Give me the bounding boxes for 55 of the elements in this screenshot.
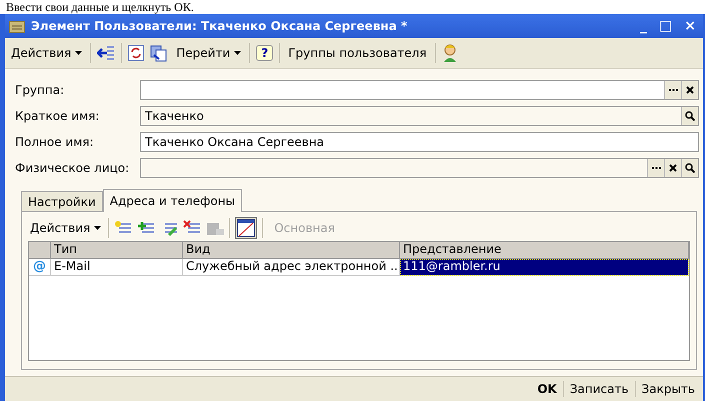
footer-button[interactable]: Записать — [562, 381, 635, 397]
form-icon — [237, 219, 256, 237]
dots-icon — [668, 88, 678, 92]
input-field[interactable]: Ткаченко — [140, 106, 699, 126]
caret-icon — [234, 51, 242, 55]
user-groups-button[interactable]: Группы пользователя — [286, 44, 429, 62]
folder-icon — [9, 20, 25, 32]
save-icon — [206, 220, 224, 236]
table-cell: Служебный адрес электронной ... — [183, 259, 400, 276]
window-control[interactable]: _ — [637, 18, 650, 34]
window-control[interactable]: □ — [656, 18, 676, 34]
search-button[interactable] — [681, 159, 698, 177]
column-header[interactable]: Вид — [183, 242, 400, 259]
choose-button[interactable] — [647, 159, 664, 177]
delete-row-icon[interactable] — [183, 220, 202, 236]
column-header[interactable]: Тип — [51, 242, 183, 259]
field-label: Физическое лицо: — [15, 161, 130, 175]
footer-button[interactable]: OK — [531, 381, 563, 397]
caret-icon — [75, 51, 82, 55]
tab[interactable]: Настройки — [21, 191, 103, 211]
actions-menu[interactable]: Действия — [28, 219, 104, 237]
search-button[interactable] — [681, 107, 698, 125]
window-control[interactable]: × — [681, 18, 699, 34]
toggle-button[interactable] — [235, 217, 258, 239]
footer-button[interactable]: Закрыть — [634, 381, 701, 397]
column-header[interactable]: Представление — [400, 242, 689, 259]
clear-button[interactable] — [681, 81, 698, 99]
input-field[interactable] — [140, 80, 699, 100]
tab[interactable]: Адреса и телефоны — [102, 189, 242, 212]
field-label: Группа: — [15, 83, 66, 97]
search-icon — [685, 111, 695, 121]
close-icon — [669, 164, 677, 172]
goto-menu[interactable]: Перейти — [174, 44, 244, 62]
instruction-text: Ввести свои данные и щелкнуть ОК. — [5, 0, 195, 14]
field-label: Полное имя: — [15, 135, 95, 149]
add-row-icon[interactable] — [137, 220, 156, 236]
actions-menu[interactable]: Действия — [9, 44, 84, 62]
person-icon[interactable] — [442, 44, 458, 62]
caret-icon — [94, 226, 102, 230]
refresh-icon[interactable] — [128, 45, 144, 61]
field-label: Краткое имя: — [15, 109, 100, 123]
arrow-left-icon[interactable] — [97, 45, 116, 61]
add-row-icon[interactable] — [114, 220, 132, 236]
table-cell: E-Mail — [51, 259, 183, 276]
table-cell[interactable]: 111@rambler.ru — [400, 259, 689, 276]
dots-icon — [652, 166, 660, 170]
close-icon — [686, 86, 694, 94]
search-icon — [685, 163, 695, 173]
help-button[interactable]: ? — [256, 45, 274, 61]
input-field[interactable]: Ткаченко Оксана Сергеевна — [140, 132, 699, 152]
window-title: Элемент Пользователи: Ткаченко Оксана Сергеевна * — [31, 19, 408, 33]
choose-button[interactable] — [664, 81, 681, 99]
input-field[interactable] — [140, 158, 699, 178]
clear-button[interactable] — [664, 159, 681, 177]
documents-icon[interactable] — [150, 44, 168, 62]
